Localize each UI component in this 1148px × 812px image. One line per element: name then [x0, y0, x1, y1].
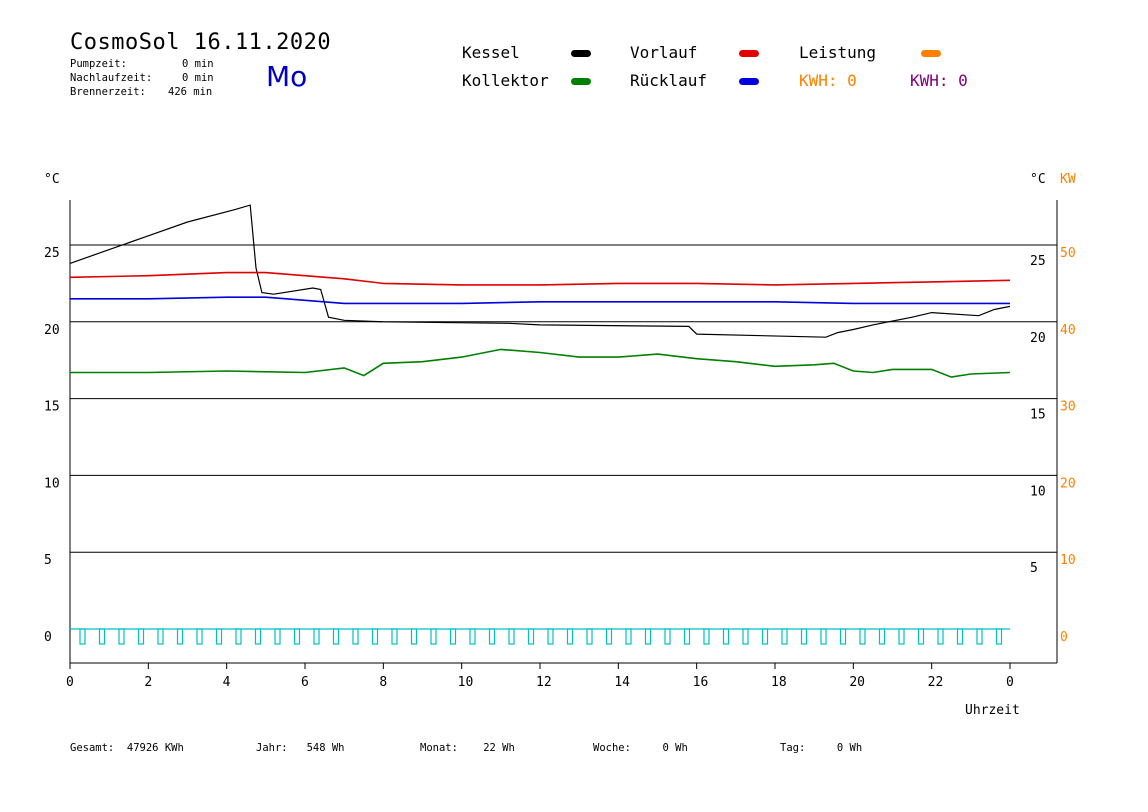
pump-pulse — [410, 628, 418, 645]
x-tick-label: 20 — [849, 675, 865, 690]
pump-pulse — [859, 628, 866, 645]
pump-pulse — [898, 628, 905, 645]
x-tick-label: 0 — [66, 675, 74, 690]
y-tick-label-kw: 20 — [1060, 476, 1076, 491]
series-line-ruecklauf — [70, 296, 1010, 305]
pump-pulse — [995, 628, 1003, 645]
pump-pulse — [79, 628, 86, 645]
x-tick-label: 2 — [144, 675, 152, 690]
pump-pulse — [274, 628, 281, 645]
pump-pulse — [488, 628, 496, 645]
pump-pulse — [371, 628, 379, 645]
series-line-kessel — [69, 204, 1011, 338]
pump-pulse — [566, 628, 574, 645]
pump-pulse — [293, 628, 301, 645]
y-tick-label-left: 10 — [44, 476, 60, 491]
pump-pulse — [781, 628, 788, 645]
pump-pulse — [196, 628, 203, 645]
grid-lines — [70, 244, 1057, 553]
x-tick-label: 4 — [223, 675, 231, 690]
pump-pulse — [664, 628, 671, 645]
pump-pulse — [820, 628, 827, 645]
footer-woche: Woche: 0 Wh — [593, 742, 688, 754]
y-tick-label-kw: 10 — [1060, 553, 1076, 568]
x-tick-label: 6 — [301, 675, 309, 690]
pump-pulse — [508, 628, 515, 645]
footer-gesamt: Gesamt: 47926 KWh — [70, 742, 184, 754]
pump-pulse — [956, 628, 964, 645]
pump-pulse — [937, 628, 944, 645]
pump-pulse — [332, 628, 340, 645]
footer-jahr: Jahr: 548 Wh — [256, 742, 345, 754]
y-tick-label-right: 15 — [1030, 408, 1046, 423]
footer-monat: Monat: 22 Wh — [420, 742, 515, 754]
pump-pulse — [586, 628, 593, 645]
pump-pulse — [722, 628, 730, 645]
pump-pulse — [703, 628, 710, 645]
series-line-kollektor — [70, 348, 1011, 378]
pump-pulse — [800, 628, 808, 645]
y-axis-unit-kw: KW — [1060, 172, 1076, 187]
y-tick-label-kw: 0 — [1060, 630, 1068, 645]
y-tick-label-kw: 30 — [1060, 400, 1076, 415]
pump-pulse — [469, 628, 476, 645]
x-tick-label: 10 — [458, 675, 474, 690]
pump-pulse — [137, 628, 145, 645]
pump-pulse — [625, 628, 632, 645]
pump-pulse — [449, 628, 457, 645]
x-tick-label: 12 — [536, 675, 552, 690]
pump-pulse — [839, 628, 847, 645]
pump-pulse — [976, 628, 983, 645]
y-tick-label-right: 5 — [1030, 561, 1038, 576]
pump-pulse — [547, 628, 554, 645]
x-tick-label: 14 — [614, 675, 630, 690]
series-line-vorlauf — [69, 271, 1011, 286]
pump-pulse — [761, 628, 769, 645]
x-tick-label: 18 — [771, 675, 787, 690]
y-tick-label-left: 5 — [44, 553, 52, 568]
temperature-chart: 0 5 10 15 20 25 5 10 15 20 25 0 10 20 30 40 50 0 2 4 6 8 10 12 1… — [44, 172, 1076, 718]
x-tick-label: 8 — [379, 675, 387, 690]
footer-tag: Tag: 0 Wh — [780, 742, 863, 754]
y-tick-label-left: 0 — [44, 630, 52, 645]
pump-pulse — [742, 628, 749, 645]
y-tick-label-left: 15 — [44, 400, 60, 415]
pump-pulses — [70, 628, 1010, 645]
y-tick-label-right: 20 — [1030, 331, 1046, 346]
pump-pulse — [118, 628, 125, 645]
y-axis-unit-left: °C — [44, 172, 60, 187]
pump-pulse — [917, 628, 925, 645]
y-tick-label-kw: 50 — [1060, 246, 1076, 261]
pump-pulse — [644, 628, 652, 645]
pump-pulse — [683, 628, 691, 645]
pump-pulse — [391, 628, 398, 645]
x-tick-label: 22 — [928, 675, 944, 690]
pump-pulse — [352, 628, 359, 645]
pump-pulse — [878, 628, 886, 645]
x-tick-label: 0 — [1006, 675, 1014, 690]
pump-pulse — [430, 628, 437, 645]
data-series — [69, 204, 1011, 378]
pump-pulse — [157, 628, 164, 645]
x-tick-label: 16 — [693, 675, 709, 690]
y-tick-label-right: 10 — [1030, 484, 1046, 499]
pump-pulse — [527, 628, 535, 645]
pump-pulse — [254, 628, 262, 645]
pump-pulse — [98, 628, 106, 645]
axis-ticks: 0 5 10 15 20 25 5 10 15 20 25 0 10 20 30 40 50 0 2 4 6 8 10 12 1… — [44, 246, 1076, 690]
pump-pulse — [605, 628, 613, 645]
y-tick-label-left: 25 — [44, 246, 60, 261]
y-tick-label-right: 25 — [1030, 254, 1046, 269]
x-axis-label: Uhrzeit — [965, 703, 1020, 718]
pump-pulse — [235, 628, 242, 645]
y-tick-label-left: 20 — [44, 323, 60, 338]
pump-pulse — [313, 628, 320, 645]
pump-pulse — [215, 628, 223, 645]
y-tick-label-kw: 40 — [1060, 323, 1076, 338]
y-axis-unit-right: °C — [1030, 172, 1046, 187]
pump-pulse — [176, 628, 184, 645]
chart-axes — [69, 200, 1058, 664]
